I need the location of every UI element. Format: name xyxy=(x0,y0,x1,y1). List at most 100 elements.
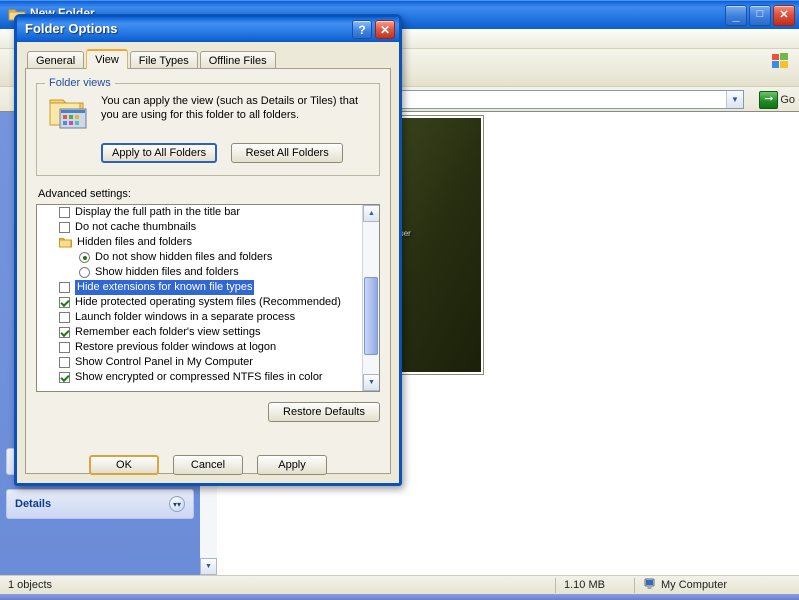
tab-offline-files[interactable]: Offline Files xyxy=(199,51,276,69)
dialog-footer: OK Cancel Apply xyxy=(17,455,399,475)
advanced-setting-label: Do not cache thumbnails xyxy=(75,221,197,233)
reset-all-folders-button[interactable]: Reset All Folders xyxy=(231,143,344,163)
radio-button[interactable] xyxy=(79,267,90,278)
dialog-body: General View File Types Offline Files Fo… xyxy=(17,42,399,482)
advanced-setting-row[interactable]: Do not cache thumbnails xyxy=(37,220,362,235)
scroll-up-button[interactable]: ▲ xyxy=(363,205,379,222)
folder-options-dialog: Folder Options ? ✕ General View File Typ… xyxy=(14,14,402,486)
screen: New Folder _ □ ✕ ▼ ➞ Go Details ▾▾ ▼ 1 o… xyxy=(0,0,799,600)
minimize-button[interactable]: _ xyxy=(725,5,747,26)
checkbox[interactable] xyxy=(59,297,70,308)
advanced-setting-label: Show Control Panel in My Computer xyxy=(75,356,253,368)
advanced-setting-label: Show hidden files and folders xyxy=(95,266,239,278)
restore-defaults-row: Restore Defaults xyxy=(36,402,380,422)
status-location-cell: My Computer xyxy=(635,576,735,595)
advanced-setting-label: Hidden files and folders xyxy=(77,236,192,248)
advanced-settings-items: Display the full path in the title bar Do… xyxy=(37,205,362,385)
details-panel-header[interactable]: Details ▾▾ xyxy=(7,490,193,518)
advanced-setting-label: Hide extensions for known file types xyxy=(73,279,256,296)
advanced-setting-label: Remember each folder's view settings xyxy=(75,326,261,338)
folder-icon xyxy=(59,237,72,248)
checkbox[interactable] xyxy=(59,327,70,338)
folder-views-buttons: Apply to All Folders Reset All Folders xyxy=(101,143,369,163)
scroll-down-button[interactable]: ▼ xyxy=(363,374,379,391)
apply-to-all-folders-button[interactable]: Apply to All Folders xyxy=(101,143,218,163)
chevron-double-down-icon[interactable]: ▾▾ xyxy=(169,496,185,512)
tab-label: File Types xyxy=(138,54,189,67)
sidebar-details-panel: Details ▾▾ xyxy=(6,489,194,519)
help-button[interactable]: ? xyxy=(352,20,372,39)
advanced-setting-label: Display the full path in the title bar xyxy=(75,206,241,218)
close-icon: ✕ xyxy=(379,22,391,37)
scroll-down-button[interactable]: ▼ xyxy=(200,558,217,575)
advanced-settings-label: Advanced settings: xyxy=(38,188,131,200)
checkbox[interactable] xyxy=(59,357,70,368)
checkbox[interactable] xyxy=(59,342,70,353)
status-bar: 1 objects 1.10 MB My Computer xyxy=(0,575,799,594)
go-button[interactable]: ➞ Go xyxy=(759,90,795,109)
scrollbar-thumb[interactable] xyxy=(364,277,378,355)
details-panel-title: Details xyxy=(15,498,52,510)
dialog-titlebar[interactable]: Folder Options ? ✕ xyxy=(17,17,399,42)
arrow-right-icon: ➞ xyxy=(759,90,779,109)
advanced-setting-row[interactable]: Restore previous folder windows at logon xyxy=(37,340,362,355)
go-label: Go xyxy=(780,93,795,106)
window-bottom-edge xyxy=(0,594,799,600)
advanced-setting-row[interactable]: Remember each folder's view settings xyxy=(37,325,362,340)
windows-flag-icon xyxy=(769,51,791,71)
advanced-setting-row[interactable]: Hidden files and folders xyxy=(37,235,362,250)
chevron-down-icon[interactable]: ▼ xyxy=(726,91,743,108)
advanced-settings-scrollbar[interactable]: ▲ ▼ xyxy=(362,205,379,391)
checkbox[interactable] xyxy=(59,282,70,293)
folder-views-legend: Folder views xyxy=(45,77,115,89)
advanced-setting-row[interactable]: Hide extensions for known file types xyxy=(37,279,362,296)
tab-label: View xyxy=(95,54,119,66)
maximize-button[interactable]: □ xyxy=(749,5,771,26)
tab-file-types[interactable]: File Types xyxy=(129,51,198,69)
my-computer-icon xyxy=(643,578,656,593)
advanced-setting-row[interactable]: Hide protected operating system files (R… xyxy=(37,295,362,310)
tab-label: Offline Files xyxy=(208,54,267,67)
advanced-setting-label: Restore previous folder windows at logon xyxy=(75,341,277,353)
folder-views-icon xyxy=(47,94,91,134)
apply-button[interactable]: Apply xyxy=(257,455,327,475)
maximize-icon: □ xyxy=(756,8,764,20)
folder-views-description: You can apply the view (such as Details … xyxy=(101,94,358,134)
folder-views-description-line1: You can apply the view (such as Details … xyxy=(101,95,359,107)
advanced-setting-row[interactable]: Launch folder windows in a separate proc… xyxy=(37,310,362,325)
advanced-setting-row[interactable]: Show encrypted or compressed NTFS files … xyxy=(37,370,362,385)
checkbox[interactable] xyxy=(59,222,70,233)
cancel-button[interactable]: Cancel xyxy=(173,455,243,475)
status-objects: 1 objects xyxy=(8,579,53,591)
advanced-setting-row[interactable]: Show Control Panel in My Computer xyxy=(37,355,362,370)
checkbox[interactable] xyxy=(59,207,70,218)
advanced-setting-row[interactable]: Show hidden files and folders xyxy=(37,265,362,280)
advanced-setting-label: Hide protected operating system files (R… xyxy=(75,296,341,308)
dialog-window-controls: ? ✕ xyxy=(352,20,395,39)
view-tab-panel: Folder views You can apply the view (suc… xyxy=(25,68,391,474)
advanced-setting-label: Show encrypted or compressed NTFS files … xyxy=(75,371,323,383)
advanced-setting-label: Launch folder windows in a separate proc… xyxy=(75,311,296,323)
question-mark-icon: ? xyxy=(358,22,366,37)
advanced-setting-row[interactable]: Do not show hidden files and folders xyxy=(37,250,362,265)
close-icon: ✕ xyxy=(779,9,789,21)
tab-label: General xyxy=(36,54,76,67)
restore-defaults-button[interactable]: Restore Defaults xyxy=(268,402,380,422)
advanced-settings-list[interactable]: Display the full path in the title bar Do… xyxy=(36,204,380,392)
dialog-title: Folder Options xyxy=(25,21,118,36)
ok-button[interactable]: OK xyxy=(89,455,159,475)
dialog-close-button[interactable]: ✕ xyxy=(375,20,395,39)
status-size: 1.10 MB xyxy=(564,579,605,591)
tab-general[interactable]: General xyxy=(27,51,85,69)
minimize-icon: _ xyxy=(732,8,740,23)
radio-button[interactable] xyxy=(79,252,90,263)
checkbox[interactable] xyxy=(59,312,70,323)
folder-views-description-line2: you are using for this folder to all fol… xyxy=(101,109,300,121)
status-location: My Computer xyxy=(661,579,728,591)
tab-view[interactable]: View xyxy=(86,49,128,69)
checkbox[interactable] xyxy=(59,372,70,383)
advanced-setting-label: Do not show hidden files and folders xyxy=(95,251,273,263)
close-button[interactable]: ✕ xyxy=(773,5,795,26)
advanced-setting-row[interactable]: Display the full path in the title bar xyxy=(37,205,362,220)
folder-views-group: Folder views You can apply the view (suc… xyxy=(36,77,380,176)
